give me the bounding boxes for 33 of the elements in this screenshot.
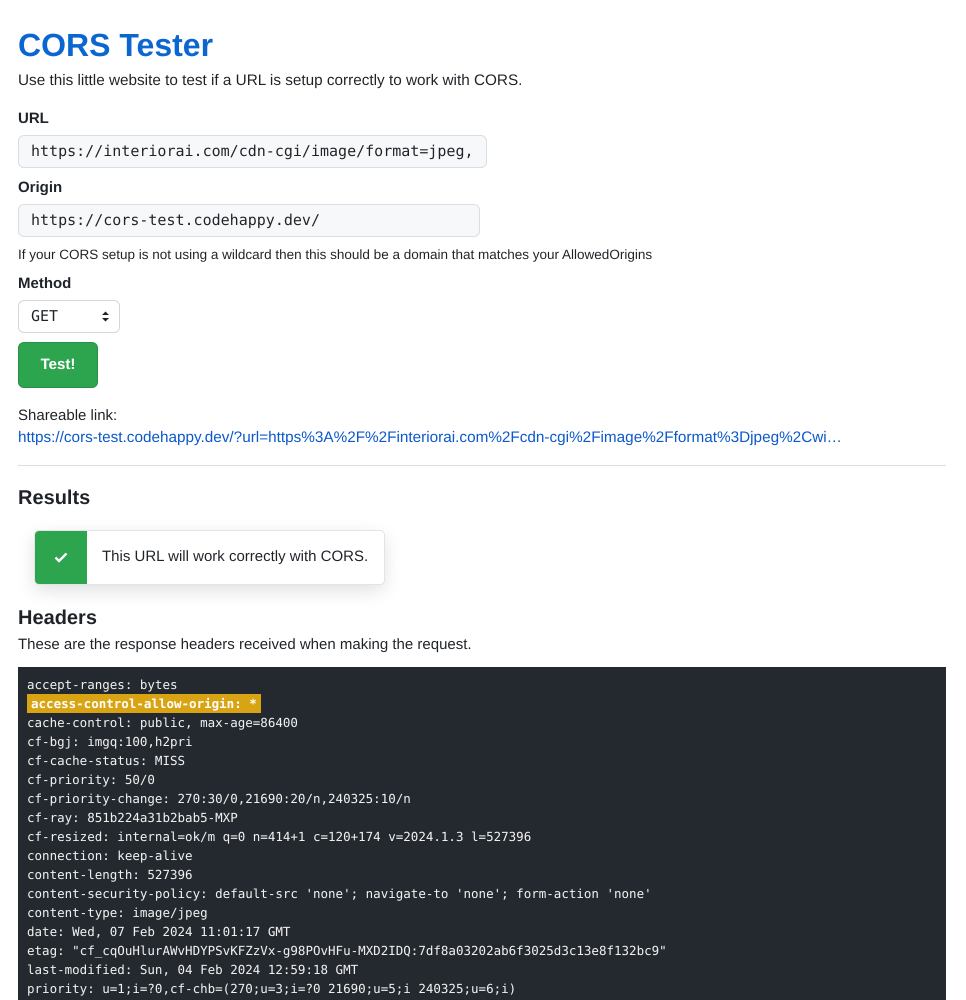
field-label: URL — [18, 109, 50, 129]
header-line: etag: "cf_cqOuHlurAWvHDYPSvKFZzVx-g98POvHFu-MXD2IDQ:7df8a03202ab6f3025d3c13e8f132bc9" — [27, 942, 667, 960]
headers-heading: Headers — [18, 606, 98, 631]
up-down-chevron-icon — [101, 310, 110, 323]
page-title: CORS Tester — [18, 26, 214, 64]
header-line: cf-resized: internal=ok/m q=0 n=414+1 c=120+174 v=2024.1.3 l=527396 — [27, 828, 532, 846]
header-line: content-length: 527396 — [27, 866, 193, 884]
share-label: Shareable link: — [18, 406, 118, 426]
text-field[interactable]: https://cors-test.codehappy.dev/ — [18, 204, 480, 237]
header-line: connection: keep-alive — [27, 847, 193, 865]
results-heading: Results — [18, 486, 92, 511]
field-label: Origin — [18, 178, 64, 198]
header-line: cache-control: public, max-age=86400 — [27, 714, 298, 732]
header-line: cf-bgj: imgq:100,h2pri — [27, 733, 193, 751]
headers-description: These are the response headers received when making the request. — [18, 635, 473, 655]
text-field[interactable]: https://interiorai.com/cdn-cgi/image/format=jpeg, — [18, 135, 487, 168]
header-line: last-modified: Sun, 04 Feb 2024 12:59:18 GMT — [27, 961, 358, 979]
shareable-link[interactable]: https://cors-test.codehappy.dev/?url=https%3A%2F%2Finteriorai.com%2Fcdn-cgi%2Fimage%2Fformat%3Djpeg%2Cwi… — [18, 428, 842, 448]
header-line: content-type: image/jpeg — [27, 904, 208, 922]
header-line: cf-cache-status: MISS — [27, 752, 186, 770]
header-line: content-security-policy: default-src 'none'; navigate-to 'none'; form-action 'none' — [27, 885, 652, 903]
alert-message: This URL will work correctly with CORS. — [101, 547, 370, 568]
field-label: Method — [18, 274, 72, 294]
header-line: date: Wed, 07 Feb 2024 11:01:17 GMT — [27, 923, 290, 941]
header-line: priority: u=1;i=?0,cf-chb=(270;u=3;i=?0 21690;u=5;i 240325;u=6;i) — [27, 980, 516, 998]
method-select[interactable]: GET — [18, 300, 120, 333]
check-icon — [54, 552, 68, 563]
page-description: Use this little website to test if a URL is setup correctly to work with CORS. — [18, 71, 524, 91]
header-line: cf-priority: 50/0 — [27, 771, 155, 789]
hint-text: If your CORS setup is not using a wildcard then this should be a domain that matches your AllowedOrigins — [18, 246, 654, 264]
header-line: accept-ranges: bytes — [27, 676, 178, 694]
header-line: cf-priority-change: 270:30/0,21690:20/n,240325:10/n — [27, 790, 411, 808]
header-line: cf-ray: 851b224a31b2bab5-MXP — [27, 809, 238, 827]
